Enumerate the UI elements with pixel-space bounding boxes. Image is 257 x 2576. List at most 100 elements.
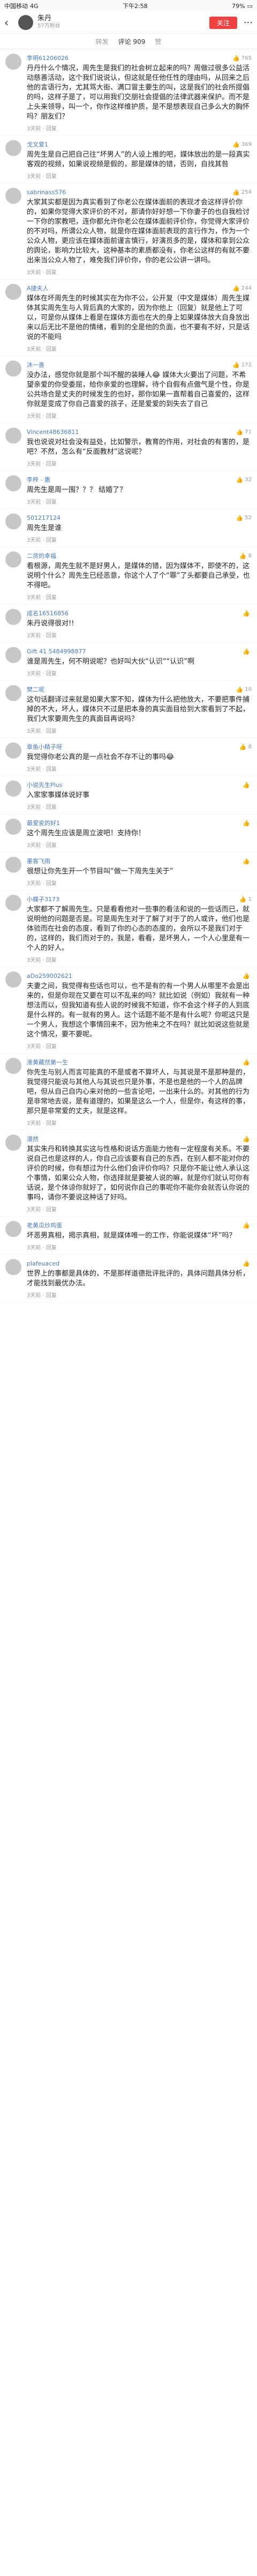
- comment-meta[interactable]: 3天前 · 回复: [27, 1205, 252, 1213]
- comment-item[interactable]: 二货的幸福 👍 8 看根源，周先生就不是好男人，是媒体的错，因为媒体不，即使不的，这说…: [0, 547, 257, 605]
- avatar[interactable]: [18, 15, 33, 30]
- comment-meta[interactable]: 3天前 · 回复: [27, 411, 252, 419]
- tab-comments[interactable]: 评论 909: [118, 37, 146, 46]
- commenter-name[interactable]: plafeuaced: [27, 1260, 59, 1267]
- commenter-name[interactable]: Vincent48636811: [27, 429, 79, 436]
- commenter-name[interactable]: sabrinass576: [27, 189, 66, 196]
- like-button[interactable]: 👍: [243, 648, 252, 655]
- commenter-name[interactable]: aDo259002621: [27, 973, 72, 980]
- commenter-name[interactable]: 老黄瓜炒鸡蛋: [27, 1221, 62, 1230]
- comment-item[interactable]: 樊二呢 👍 10 这句话翻译过来就是如果大家不知，媒体为什么把他放大，不要把事件捕掉的…: [0, 681, 257, 738]
- comment-item[interactable]: 章鱼小精子呀 👍 8 我觉得你老公真的是一点社会不存不让的事吗😂 3天前 · 回复: [0, 738, 257, 776]
- like-button[interactable]: 👍: [243, 1222, 252, 1229]
- avatar[interactable]: [5, 1259, 21, 1275]
- like-button[interactable]: 👍 172: [232, 362, 252, 369]
- comment-item[interactable]: 漫然 👍 其实朱丹和转换其实这与性格和说话方面能力他有一定程度有关系。不要说自己也是…: [0, 1130, 257, 1217]
- avatar[interactable]: [5, 895, 21, 911]
- more-icon[interactable]: ···: [244, 17, 253, 28]
- like-button[interactable]: 👍 254: [232, 189, 252, 196]
- avatar[interactable]: [5, 971, 21, 988]
- comment-item[interactable]: aDo259002621 👍 夫妻之间，我觉得有些话也可以，也不是有的有一个男人从哪…: [0, 967, 257, 1054]
- commenter-name[interactable]: 戈文爱1: [27, 140, 48, 149]
- comment-item[interactable]: 李明61206026 👍 765 丹丹什么个情况，周先生是我们的社会树立起来的吗？周做…: [0, 49, 257, 136]
- avatar[interactable]: [5, 609, 21, 625]
- avatar[interactable]: [5, 475, 21, 491]
- commenter-name[interactable]: 李明61206026: [27, 54, 69, 62]
- avatar[interactable]: [5, 857, 21, 873]
- avatar[interactable]: [5, 428, 21, 444]
- comment-item[interactable]: Gift 41 5484998877 👍 谁是周先生，何不明说呢？也好叫大伙“认识”…: [0, 643, 257, 681]
- comment-meta[interactable]: 3天前 · 回复: [27, 879, 252, 887]
- like-button[interactable]: 👍: [243, 973, 252, 980]
- like-button[interactable]: 👍: [243, 782, 252, 789]
- comment-item[interactable]: 李梓 - 惠 👍 32 周先生是周一围？？？ 结婚了？ 3天前 · 回复: [0, 471, 257, 509]
- like-button[interactable]: 👍: [243, 858, 252, 865]
- comment-item[interactable]: 最爱瓷的好1 👍 这个周先生应该是周立波吧！支持你！ 3天前 · 回复: [0, 814, 257, 852]
- avatar[interactable]: [5, 1221, 21, 1237]
- like-button[interactable]: 👍: [243, 1260, 252, 1267]
- tab-likes[interactable]: 赞: [155, 37, 161, 46]
- comment-meta[interactable]: 3天前 · 回复: [27, 669, 252, 677]
- comment-item[interactable]: 501217124 👍 52 周先生是谁 3天前 · 回复: [0, 509, 257, 547]
- comment-item[interactable]: 成名16516856 👍 朱丹说得很对!! 3天前 · 回复: [0, 605, 257, 643]
- avatar[interactable]: [5, 188, 21, 204]
- commenter-name[interactable]: 沐一善: [27, 360, 44, 369]
- like-button[interactable]: 👍 71: [236, 429, 252, 436]
- commenter-name[interactable]: 最爱瓷的好1: [27, 819, 60, 827]
- comment-meta[interactable]: 3天前 · 回复: [27, 497, 252, 505]
- comment-item[interactable]: A捷夫人 👍 244 媒体在坏周先生的时候其实在为你不公，公开复（中文是媒体）周先生媒…: [0, 279, 257, 356]
- like-button[interactable]: 👍 1: [239, 896, 252, 903]
- comment-item[interactable]: 淮黄藏然第一生 👍 你先生与别人而言可能真的不是或者不算坏人，与其说是不是那种是的，…: [0, 1054, 257, 1130]
- like-button[interactable]: 👍 10: [236, 686, 252, 693]
- comment-meta[interactable]: 3天前 · 回复: [27, 955, 252, 963]
- avatar[interactable]: [5, 781, 21, 797]
- comment-item[interactable]: plafeuaced 👍 世界上的事都是具体的，不是那样道德批评批评的，具体问题具体…: [0, 1255, 257, 1302]
- commenter-name[interactable]: 二货的幸福: [27, 551, 56, 560]
- comment-item[interactable]: 戈文爱1 👍 369 周先生是自己把自己往“坏男人”的人设上推的吧，媒体放出的是一段真…: [0, 136, 257, 183]
- comment-item[interactable]: 沐一善 👍 172 没办法，感觉你就是那个叫不醒的装睡人😂 媒体大火要出了问题，不希望…: [0, 356, 257, 423]
- comment-item[interactable]: 墨客飞雨 👍 很想让你先生开一个节目叫“做一下周先生关于” 3天前 · 回复: [0, 852, 257, 890]
- comment-meta[interactable]: 3天前 · 回复: [27, 172, 252, 180]
- commenter-name[interactable]: A捷夫人: [27, 284, 49, 292]
- avatar[interactable]: [5, 819, 21, 835]
- like-button[interactable]: 👍 52: [236, 514, 252, 521]
- commenter-name[interactable]: 小蝶子3173: [27, 895, 59, 903]
- avatar[interactable]: [5, 140, 21, 156]
- comment-meta[interactable]: 3天前 · 回复: [27, 841, 252, 849]
- like-button[interactable]: 👍: [243, 610, 252, 617]
- commenter-name[interactable]: 李梓 - 惠: [27, 475, 50, 484]
- avatar[interactable]: [5, 513, 21, 529]
- comment-meta[interactable]: 3天前 · 回复: [27, 764, 252, 772]
- comment-meta[interactable]: 3天前 · 回复: [27, 459, 252, 467]
- like-button[interactable]: 👍 8: [239, 553, 252, 560]
- tab-repost[interactable]: 转发: [96, 37, 109, 46]
- like-button[interactable]: 👍: [243, 1059, 252, 1066]
- commenter-name[interactable]: 小说先生Plus: [27, 781, 62, 789]
- comment-meta[interactable]: 3天前 · 回复: [27, 726, 252, 734]
- avatar[interactable]: [5, 1058, 21, 1074]
- comment-meta[interactable]: 3天前 · 回复: [27, 1243, 252, 1251]
- comment-meta[interactable]: 3天前 · 回复: [27, 268, 252, 276]
- like-button[interactable]: 👍 32: [236, 476, 252, 483]
- avatar[interactable]: [5, 54, 21, 70]
- comment-meta[interactable]: 3天前 · 回复: [27, 803, 252, 811]
- avatar[interactable]: [5, 1135, 21, 1151]
- comment-meta[interactable]: 3天前 · 回复: [27, 1042, 252, 1050]
- back-arrow-icon[interactable]: ‹: [4, 16, 15, 29]
- avatar[interactable]: [5, 551, 21, 568]
- avatar[interactable]: [5, 647, 21, 663]
- commenter-name[interactable]: 淮黄藏然第一生: [27, 1058, 68, 1066]
- avatar[interactable]: [5, 742, 21, 759]
- comment-item[interactable]: sabrinass576 👍 254 大家其实都是因为真实看到了你老公在媒体面前的表现…: [0, 183, 257, 279]
- comment-meta[interactable]: 3天前 · 回复: [27, 1118, 252, 1127]
- avatar[interactable]: [5, 284, 21, 300]
- comment-meta[interactable]: 3天前 · 回复: [27, 631, 252, 639]
- comment-item[interactable]: Vincent48636811 👍 71 我也说说对社会没有益处，比如警示，教育的作用…: [0, 423, 257, 471]
- commenter-name[interactable]: 墨客飞雨: [27, 857, 50, 865]
- like-button[interactable]: 👍 369: [232, 141, 252, 148]
- comment-item[interactable]: 小蝶子3173 👍 1 大家都不了解周先生。只是看看他对一些事的看法和说的一些话而已，…: [0, 890, 257, 967]
- commenter-name[interactable]: 章鱼小精子呀: [27, 742, 62, 751]
- comment-meta[interactable]: 3天前 · 回复: [27, 344, 252, 352]
- like-button[interactable]: 👍 8: [239, 744, 252, 750]
- comment-meta[interactable]: 3天前 · 回复: [27, 535, 252, 543]
